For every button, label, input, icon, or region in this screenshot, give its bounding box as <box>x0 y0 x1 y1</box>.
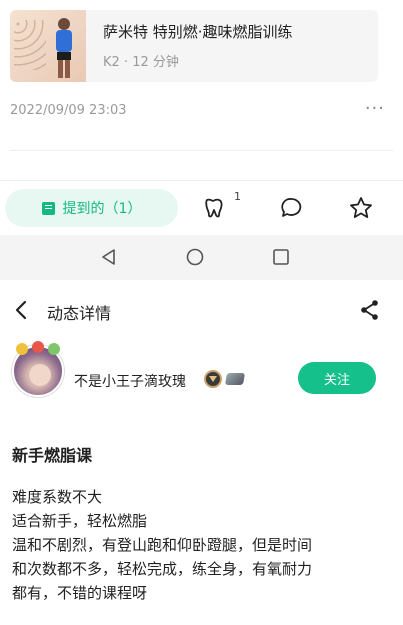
tooth-like-icon[interactable] <box>200 195 226 221</box>
follow-button[interactable]: 关注 <box>298 362 376 394</box>
avatar-decoration <box>16 343 28 355</box>
post-line: 温和不剧烈，有登山跑和仰卧蹬腿，但是时间 <box>12 536 313 554</box>
avatar-face <box>29 364 51 386</box>
page-title: 动态详情 <box>47 304 112 323</box>
course-thumbnail <box>10 10 86 82</box>
course-meta: K2 · 12 分钟 <box>103 54 179 70</box>
post-body: 新手燃脂课 难度系数不大 适合新手，轻松燃脂 温和不剧烈，有登山跑和仰卧蹬腿，但… <box>12 442 397 605</box>
user-name[interactable]: 不是小王子滴玫瑰 <box>74 371 186 391</box>
course-card[interactable]: 萨米特 特别燃·趣味燃脂训练 K2 · 12 分钟 <box>10 10 378 82</box>
mentioned-label: 提到的（1） <box>62 201 142 217</box>
divider <box>10 150 393 151</box>
back-arrow-icon[interactable] <box>12 299 32 321</box>
star-icon[interactable] <box>348 195 374 221</box>
post-line: 和次数都不多，轻松完成，练全身，有氧耐力 <box>12 560 313 578</box>
avatar-decoration <box>32 341 44 353</box>
mentioned-button[interactable]: 提到的（1） <box>5 189 178 227</box>
post-line: 难度系数不大 <box>12 488 103 506</box>
post-title: 新手燃脂课 <box>12 446 93 465</box>
stone-badge-icon <box>224 373 246 385</box>
system-navigation-bar <box>0 235 403 280</box>
post-line: 都有，不错的课程呀 <box>12 584 148 602</box>
share-icon[interactable] <box>359 299 381 321</box>
level-badge-icon <box>204 370 222 388</box>
document-icon <box>41 201 55 215</box>
like-count: 1 <box>234 190 241 203</box>
trainer-figure <box>56 18 72 78</box>
more-options-icon[interactable]: ··· <box>365 98 385 119</box>
course-title: 萨米特 特别燃·趣味燃脂训练 <box>103 22 293 41</box>
avatar-decoration <box>48 343 60 355</box>
avatar[interactable] <box>12 341 64 397</box>
author-row: 不是小王子滴玫瑰 关注 <box>0 340 403 410</box>
home-circle-icon[interactable] <box>186 248 204 266</box>
pegboard-decor <box>14 20 46 70</box>
back-triangle-icon[interactable] <box>100 248 118 266</box>
comment-icon[interactable] <box>278 195 304 221</box>
recents-square-icon[interactable] <box>272 248 290 266</box>
detail-header: 动态详情 <box>0 292 403 328</box>
post-timestamp: 2022/09/09 23:03 <box>10 103 127 118</box>
post-line: 适合新手，轻松燃脂 <box>12 512 148 530</box>
